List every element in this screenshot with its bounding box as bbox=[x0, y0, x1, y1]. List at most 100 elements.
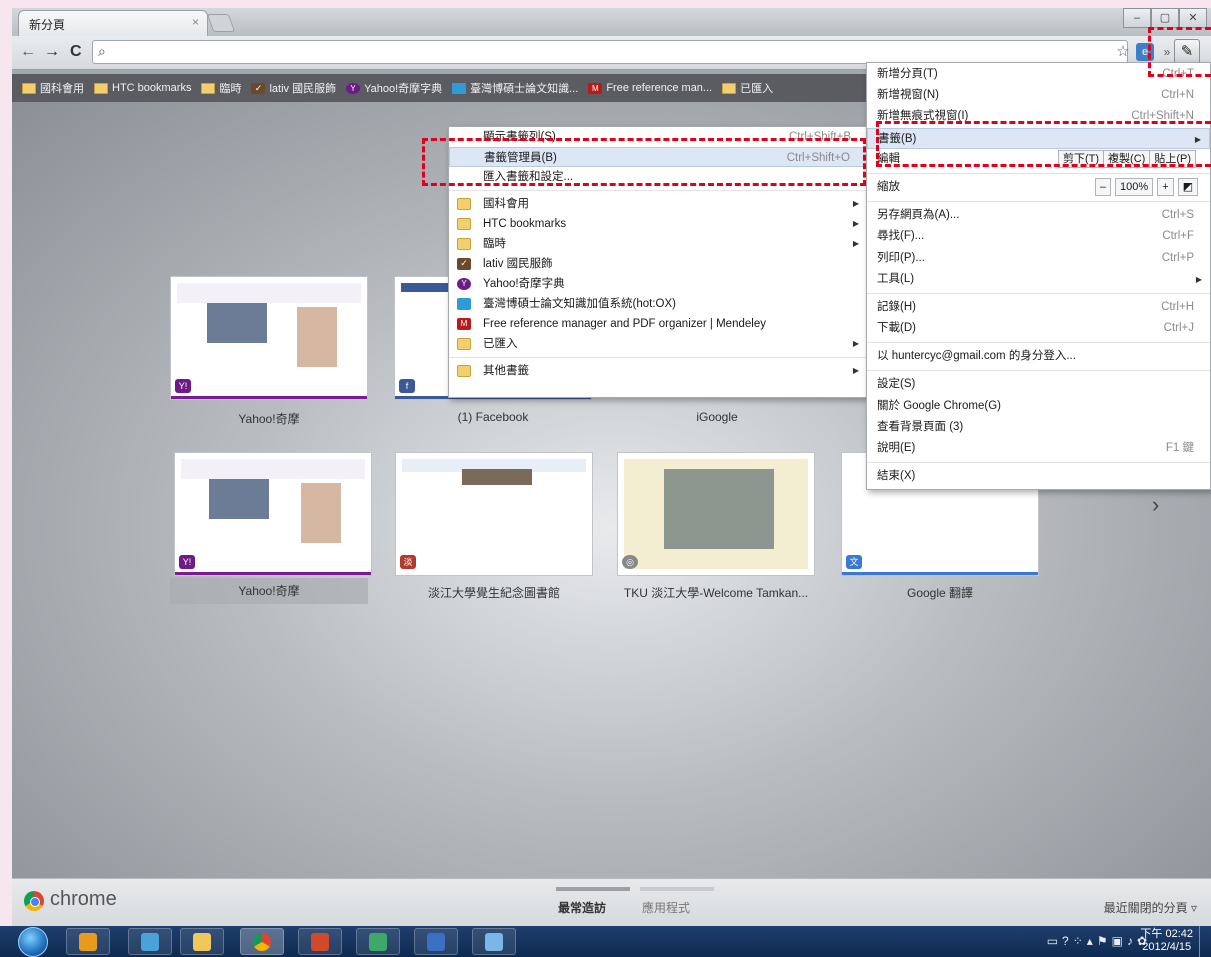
bookmark-item[interactable]: 已匯入 bbox=[722, 80, 773, 96]
bookmark-item[interactable]: Y Yahoo!奇摩字典 bbox=[346, 80, 442, 96]
menu-item-label: 新增視窗(N) bbox=[877, 89, 939, 102]
taskbar-app-powerpoint[interactable] bbox=[298, 928, 342, 955]
minimize-button[interactable]: – bbox=[1123, 8, 1151, 28]
menu-item-signin[interactable]: 以 huntercyc@gmail.com 的身分登入... bbox=[867, 346, 1210, 367]
tab-new-tab[interactable]: 新分頁 × bbox=[18, 10, 208, 36]
new-tab-button[interactable] bbox=[206, 14, 236, 32]
accent-bar bbox=[171, 396, 367, 399]
tab-most-visited[interactable]: 最常造訪 bbox=[558, 899, 606, 916]
bookmark-label: 國科會用 bbox=[40, 83, 84, 95]
monitor-icon[interactable]: ▣ bbox=[1112, 934, 1127, 948]
help-icon[interactable]: ? bbox=[1062, 934, 1073, 948]
thumbnail-tile[interactable]: ◎ bbox=[617, 452, 815, 576]
menu-item-bookmark[interactable]: ✓ lativ 國民服飾 bbox=[449, 254, 867, 274]
thumbnail-tile[interactable]: 淡 bbox=[395, 452, 593, 576]
menu-item-label: 結束(X) bbox=[877, 470, 916, 483]
menu-separator bbox=[867, 292, 1210, 294]
bookmark-item[interactable]: HTC bookmarks bbox=[94, 82, 191, 94]
menu-item-label: 關於 Google Chrome(G) bbox=[877, 399, 1001, 412]
show-desktop-button[interactable] bbox=[1199, 926, 1211, 957]
tab-strip: 新分頁 × – ▢ ✕ bbox=[12, 8, 1211, 36]
menu-item-print[interactable]: 列印(P)... Ctrl+P bbox=[867, 248, 1210, 269]
menu-item-bookmark[interactable]: M Free reference manager and PDF organize… bbox=[449, 314, 867, 334]
thumbnail-title: 淡江大學覺生紀念圖書館 bbox=[427, 586, 560, 600]
bookmark-item[interactable]: ✓ lativ 國民服飾 bbox=[251, 80, 336, 96]
taskbar-app-explorer[interactable] bbox=[180, 928, 224, 955]
menu-item-about[interactable]: 關於 Google Chrome(G) bbox=[867, 396, 1210, 417]
page-preview bbox=[624, 459, 808, 569]
menu-item-new-window[interactable]: 新增視窗(N) Ctrl+N bbox=[867, 85, 1210, 106]
reload-icon[interactable]: C bbox=[70, 43, 82, 61]
close-tab-icon[interactable]: × bbox=[192, 15, 199, 29]
bookmark-item[interactable]: 國科會用 bbox=[22, 80, 84, 96]
menu-item-downloads[interactable]: 下載(D) Ctrl+J bbox=[867, 318, 1210, 339]
show-hidden-icon[interactable]: ▴ bbox=[1087, 934, 1097, 948]
menu-item-label: 尋找(F)... bbox=[877, 230, 925, 243]
thumbnail-title: (1) Facebook bbox=[457, 410, 529, 424]
back-icon[interactable]: ← bbox=[20, 43, 36, 61]
thumbnail-title[interactable]: iGoogle bbox=[618, 410, 816, 424]
forward-icon[interactable]: → bbox=[44, 43, 60, 61]
maximize-button[interactable]: ▢ bbox=[1151, 8, 1179, 28]
keyboard-icon[interactable]: ▭ bbox=[1047, 934, 1062, 948]
menu-item-other-bookmarks[interactable]: 其他書籤 ▶ bbox=[449, 361, 867, 381]
taskbar: ▭?⁘▴⚑▣♪✿ 下午 02:42 2012/4/15 bbox=[0, 926, 1211, 957]
taskbar-app-network[interactable] bbox=[128, 928, 172, 955]
taskbar-app-connect[interactable] bbox=[414, 928, 458, 955]
network-icon bbox=[141, 933, 159, 951]
menu-item-settings[interactable]: 設定(S) bbox=[867, 374, 1210, 395]
bookmark-item[interactable]: 臨時 bbox=[201, 80, 241, 96]
preview-image bbox=[664, 469, 774, 549]
fullscreen-icon[interactable]: ◩ bbox=[1177, 177, 1198, 196]
yahoo-icon: Y! bbox=[179, 555, 195, 569]
menu-item-bookmark-folder[interactable]: 臨時 ▶ bbox=[449, 234, 867, 254]
chrome-wordmark: chrome bbox=[50, 888, 117, 910]
menu-item-bookmark[interactable]: Y Yahoo!奇摩字典 bbox=[449, 274, 867, 294]
menu-item-exit[interactable]: 結束(X) bbox=[867, 466, 1210, 487]
globe-icon: ◎ bbox=[622, 555, 638, 569]
menu-item-help[interactable]: 說明(E) F1 鍵 bbox=[867, 438, 1210, 459]
menu-separator bbox=[449, 357, 867, 358]
address-bar[interactable]: ⌕ bbox=[92, 40, 1128, 64]
bookmark-item[interactable]: 臺灣博碩士論文知識... bbox=[452, 80, 578, 96]
clock[interactable]: 下午 02:42 2012/4/15 bbox=[1140, 928, 1193, 954]
menu-item-bookmark[interactable]: 臺灣博碩士論文知識加值系統(hot:OX) bbox=[449, 294, 867, 314]
menu-item-bookmark-folder[interactable]: 國科會用 ▶ bbox=[449, 194, 867, 214]
menu-item-background-pages[interactable]: 查看背景頁面 (3) bbox=[867, 417, 1210, 438]
folder-icon bbox=[457, 338, 471, 350]
menu-item-save-as[interactable]: 另存網頁為(A)... Ctrl+S bbox=[867, 205, 1210, 226]
thumbnail-tile[interactable]: Y! bbox=[170, 276, 368, 400]
menu-item-zoom: 縮放 – 100% + ◩ bbox=[867, 177, 1210, 198]
flag-icon[interactable]: ⚑ bbox=[1097, 934, 1112, 948]
next-page-chevron-icon[interactable]: › bbox=[1152, 492, 1159, 518]
menu-item-label: 臺灣博碩士論文知識加值系統(hot:OX) bbox=[483, 298, 676, 310]
menu-item-tools[interactable]: 工具(L) ▶ bbox=[867, 269, 1210, 290]
taskbar-app-media[interactable] bbox=[66, 928, 110, 955]
menu-item-bookmark-folder[interactable]: 已匯入 ▶ bbox=[449, 334, 867, 354]
menu-separator bbox=[867, 172, 1210, 174]
close-window-button[interactable]: ✕ bbox=[1179, 8, 1207, 28]
menu-item-label: HTC bookmarks bbox=[483, 218, 567, 230]
zoom-out-button[interactable]: – bbox=[1094, 177, 1112, 196]
menu-item-history[interactable]: 記錄(H) Ctrl+H bbox=[867, 297, 1210, 318]
pin-icon[interactable]: ⁘ bbox=[1073, 934, 1087, 948]
bookmark-item[interactable]: M Free reference man... bbox=[588, 82, 712, 94]
taskbar-app-windows[interactable] bbox=[356, 928, 400, 955]
submenu-arrow-icon: ▶ bbox=[852, 339, 859, 348]
thesis-icon bbox=[457, 298, 471, 310]
volume-icon[interactable]: ♪ bbox=[1127, 934, 1137, 948]
menu-item-bookmark-folder[interactable]: HTC bookmarks ▶ bbox=[449, 214, 867, 234]
taskbar-app-paint[interactable] bbox=[472, 928, 516, 955]
recently-closed-menu[interactable]: 最近關閉的分頁 ▿ bbox=[1104, 899, 1197, 916]
chrome-icon bbox=[253, 933, 271, 951]
menu-item-find[interactable]: 尋找(F)... Ctrl+F bbox=[867, 226, 1210, 247]
tab-apps[interactable]: 應用程式 bbox=[642, 899, 690, 916]
menu-shortcut: Ctrl+J bbox=[1163, 322, 1194, 335]
chrome-logo-icon bbox=[24, 891, 44, 911]
taskbar-app-chrome[interactable] bbox=[240, 928, 284, 955]
clock-date: 2012/4/15 bbox=[1142, 941, 1192, 953]
start-button[interactable] bbox=[18, 927, 48, 957]
star-icon[interactable]: ☆ bbox=[1112, 41, 1134, 63]
zoom-in-button[interactable]: + bbox=[1157, 177, 1174, 196]
thumbnail-tile[interactable]: Y! bbox=[174, 452, 372, 576]
